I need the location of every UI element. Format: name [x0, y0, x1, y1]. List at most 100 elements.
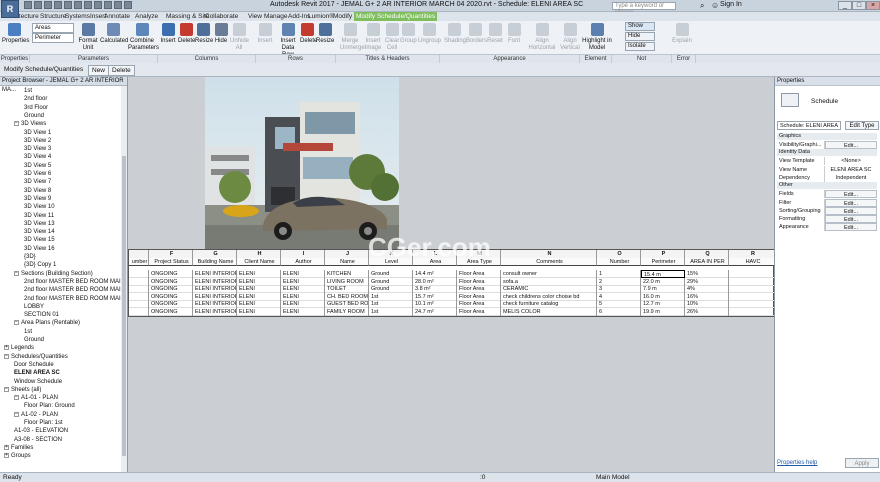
- browser-item-schedules-quantities[interactable]: − Schedules/Quantities: [4, 353, 68, 361]
- open-icon[interactable]: [24, 1, 32, 9]
- delete-option-button[interactable]: Delete: [108, 65, 135, 76]
- expand-toggle-icon[interactable]: +: [4, 453, 9, 459]
- browser-item-3d-view-6[interactable]: 3D View 6: [24, 170, 51, 178]
- property-value[interactable]: Edit...: [825, 206, 877, 215]
- apply-button[interactable]: Apply: [845, 458, 879, 468]
- property-row-sorting-grouping[interactable]: Sorting/Grouping Edit...: [777, 206, 877, 215]
- schedule-cell[interactable]: 19.9 m: [641, 307, 685, 316]
- new-button[interactable]: New: [88, 65, 110, 76]
- browser-item-3d-view-5[interactable]: 3D View 5: [24, 162, 51, 170]
- browser-item-3d-view-2[interactable]: 3D View 2: [24, 137, 51, 145]
- expand-toggle-icon[interactable]: −: [4, 353, 9, 359]
- property-group-graphics[interactable]: Graphics: [777, 133, 877, 140]
- browser-item-2nd-floor-master-bed-room-main[interactable]: 2nd floor MASTER BED ROOM MAIN: [24, 286, 125, 294]
- user-icon[interactable]: ☺: [711, 1, 719, 10]
- schedule-cell[interactable]: ONGOING: [149, 307, 193, 316]
- measure-icon[interactable]: [84, 1, 92, 9]
- browser-item-groups[interactable]: + Groups: [4, 452, 31, 460]
- browser-item-eleni-area-sc[interactable]: ELENI AREA SC: [14, 369, 60, 377]
- expand-toggle-icon[interactable]: −: [14, 395, 19, 401]
- type-selector[interactable]: Schedule: ELENI AREA: [777, 121, 841, 130]
- undo-icon[interactable]: [54, 1, 62, 9]
- search-icon[interactable]: ⌕: [700, 1, 704, 11]
- browser-item-3d-view-16[interactable]: 3D View 16: [24, 245, 55, 253]
- browser-item-floor-plan-ground[interactable]: Floor Plan: Ground: [24, 402, 75, 410]
- schedule-cell[interactable]: Floor Area: [457, 307, 501, 316]
- schedule-cell[interactable]: ELENI INTERIOR: [193, 307, 237, 316]
- minimize-button[interactable]: _: [838, 1, 852, 10]
- browser-item-1st[interactable]: 1st: [24, 87, 32, 95]
- ribbon-button-areas[interactable]: Areas: [32, 23, 74, 33]
- browser-item-a1-02-plan[interactable]: − A1-02 - PLAN: [14, 411, 58, 419]
- scroll-thumb[interactable]: [122, 156, 126, 456]
- print-icon[interactable]: [74, 1, 82, 9]
- browser-item-families[interactable]: + Families: [4, 444, 33, 452]
- tab-analyze[interactable]: Analyze: [133, 12, 160, 21]
- browser-item-3d-view-10[interactable]: 3D View 10: [24, 203, 55, 211]
- tab-modify-schedule-quantities[interactable]: Modify Schedule/Quantities: [354, 12, 438, 21]
- ribbon-button-hide[interactable]: Hide: [625, 32, 655, 41]
- section-icon[interactable]: [114, 1, 122, 9]
- schedule-cell[interactable]: ELENI: [237, 307, 281, 316]
- close-button[interactable]: ×: [866, 1, 880, 10]
- edit-type-button[interactable]: Edit Type: [845, 121, 879, 130]
- browser-item-3d-view-11[interactable]: 3D View 11: [24, 212, 54, 220]
- 3d-view-icon[interactable]: [104, 1, 112, 9]
- search-input[interactable]: Type a keyword or phrase: [612, 2, 676, 16]
- property-row-view-name[interactable]: View Name ELENI AREA SC: [777, 165, 877, 174]
- property-value[interactable]: Edit...: [825, 141, 877, 149]
- property-row-appearance[interactable]: Appearance Edit...: [777, 223, 877, 232]
- browser-item-sections-building-section[interactable]: − Sections (Building Section): [14, 270, 93, 278]
- browser-item-2nd-floor-master-bed-room-main[interactable]: 2nd floor MASTER BED ROOM MAIN: [24, 278, 125, 286]
- browser-item-3rd-floor[interactable]: 3rd Floor: [24, 104, 48, 112]
- browser-item-3d-view-3[interactable]: 3D View 3: [24, 145, 51, 153]
- ribbon-button-show[interactable]: Show: [625, 22, 655, 31]
- browser-item-a1-01-plan[interactable]: − A1-01 - PLAN: [14, 394, 58, 402]
- expand-toggle-icon[interactable]: −: [14, 320, 19, 326]
- property-value[interactable]: Edit...: [825, 190, 877, 199]
- expand-toggle-icon[interactable]: −: [14, 121, 19, 127]
- ribbon-button-perimeter[interactable]: Perimeter: [32, 33, 74, 43]
- table-row[interactable]: ONGOING ELENI INTERIOR ELENI ELENI FAMILY RO…: [129, 307, 776, 316]
- property-value[interactable]: Edit...: [825, 223, 877, 232]
- browser-item-3d-view-14[interactable]: 3D View 14: [24, 228, 55, 236]
- tab-collaborate[interactable]: Collaborate: [203, 12, 240, 21]
- browser-item-3d-view-7[interactable]: 3D View 7: [24, 178, 51, 186]
- property-row-visibility-graphi[interactable]: Visibility/Graphi... Edit...: [777, 141, 877, 149]
- expand-toggle-icon[interactable]: +: [4, 345, 9, 351]
- schedule-cell[interactable]: FAMILY ROOM: [325, 307, 369, 316]
- save-icon[interactable]: [34, 1, 42, 9]
- browser-item-area-plans-rentable[interactable]: − Area Plans (Rentable): [14, 319, 80, 327]
- schedule-cell[interactable]: MELIS COLOR: [501, 307, 597, 316]
- sync-icon[interactable]: [44, 1, 52, 9]
- property-row-fields[interactable]: Fields Edit...: [777, 190, 877, 199]
- browser-item-3d-copy-1[interactable]: {3D} Copy 1: [24, 261, 56, 269]
- property-row-view-template[interactable]: View Template <None>: [777, 157, 877, 166]
- properties-help-link[interactable]: Properties help: [777, 460, 817, 466]
- browser-item-sheets-all[interactable]: − Sheets (all): [4, 386, 41, 394]
- browser-item-legends[interactable]: + Legends: [4, 344, 34, 352]
- browser-item-lobby[interactable]: LOBBY: [24, 303, 44, 311]
- property-row-dependency[interactable]: Dependency Independent: [777, 173, 877, 182]
- browser-scrollbar[interactable]: [121, 86, 127, 472]
- browser-item-ground[interactable]: Ground: [24, 336, 44, 344]
- expand-toggle-icon[interactable]: −: [14, 270, 19, 276]
- property-group-identity-data[interactable]: Identity Data: [777, 149, 877, 157]
- browser-item-1st[interactable]: 1st: [24, 328, 32, 336]
- browser-item-2nd-floor[interactable]: 2nd floor: [24, 95, 47, 103]
- schedule-cell[interactable]: 6: [597, 307, 641, 316]
- tag-icon[interactable]: [94, 1, 102, 9]
- browser-item-window-schedule[interactable]: Window Schedule: [14, 378, 62, 386]
- schedule-cell[interactable]: [729, 307, 776, 316]
- property-value[interactable]: Edit...: [825, 215, 877, 224]
- sign-in-link[interactable]: Sign In: [720, 1, 742, 8]
- browser-item-3d-view-8[interactable]: 3D View 8: [24, 187, 51, 195]
- schedule-cell[interactable]: ELENI: [281, 307, 325, 316]
- tab-annotate[interactable]: Annotate: [102, 12, 132, 21]
- browser-item-a1-03-elevation[interactable]: A1-03 - ELEVATION: [14, 427, 68, 435]
- browser-item-floor-plan-1st[interactable]: Floor Plan: 1st: [24, 419, 63, 427]
- expand-toggle-icon[interactable]: +: [4, 444, 9, 450]
- browser-item-2nd-floor-master-bed-room-main[interactable]: 2nd floor MASTER BED ROOM MAIN: [24, 295, 125, 303]
- expand-toggle-icon[interactable]: −: [4, 386, 9, 392]
- browser-item-3d-view-4[interactable]: 3D View 4: [24, 153, 51, 161]
